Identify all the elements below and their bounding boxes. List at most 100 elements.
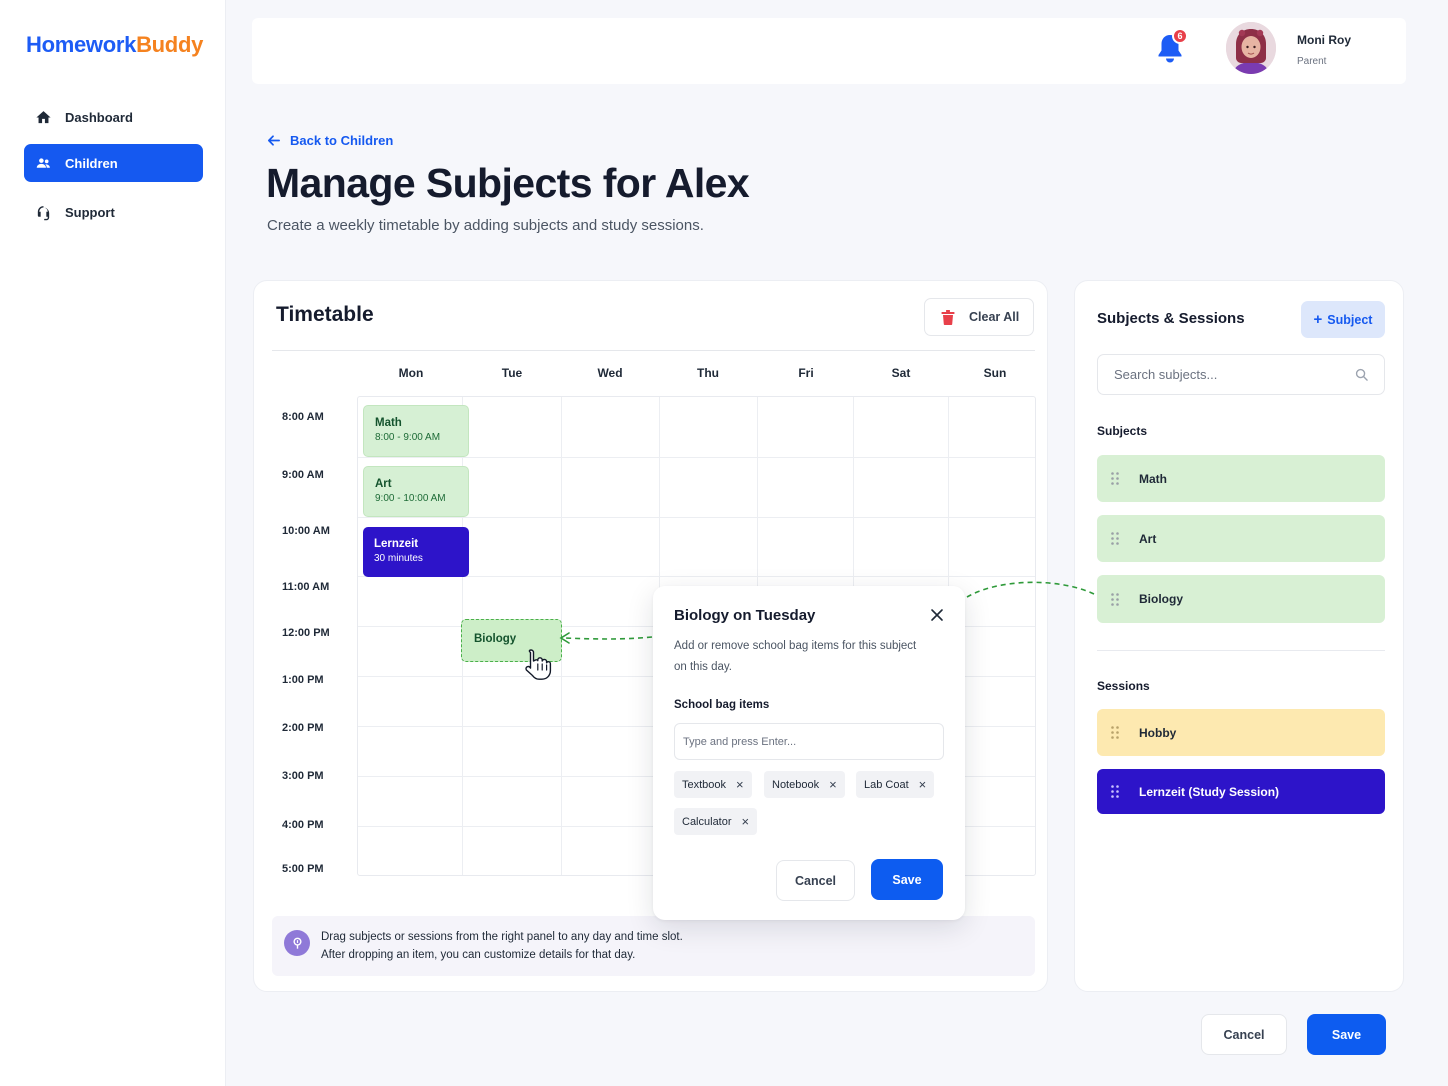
page-subtitle: Create a weekly timetable by adding subj… (267, 217, 704, 234)
timetable-event-math[interactable]: Math 8:00 - 9:00 AM (363, 405, 469, 457)
time-label: 12:00 PM (282, 627, 330, 639)
time-label: 11:00 AM (282, 581, 330, 593)
subject-label: Biology (1139, 592, 1183, 606)
drag-handle-icon (1111, 532, 1119, 545)
user-role: Parent (1297, 56, 1327, 67)
search-icon (1355, 368, 1368, 381)
divider (272, 350, 1035, 351)
timetable-event-art[interactable]: Art 9:00 - 10:00 AM (363, 466, 469, 517)
grid-line (358, 457, 1035, 458)
sidebar-item-children[interactable]: Children (24, 144, 203, 182)
avatar[interactable] (1226, 22, 1276, 74)
subject-chip-biology[interactable]: Biology (1097, 575, 1385, 623)
sidebar: HomeworkBuddy Dashboard Children Support (0, 0, 226, 1086)
search-subjects-input[interactable] (1097, 354, 1385, 395)
sidebar-item-label: Dashboard (65, 109, 133, 125)
trash-icon (941, 309, 955, 325)
subjects-sessions-panel: Subjects & Sessions + Subject Subjects M… (1074, 280, 1404, 992)
drag-handle-icon (1111, 472, 1119, 485)
timetable-event-lernzeit[interactable]: Lernzeit 30 minutes (363, 527, 469, 577)
drag-handle-icon (1111, 592, 1119, 606)
remove-tag-icon[interactable]: × (736, 777, 744, 792)
tag-calculator: Calculator × (674, 808, 758, 835)
sidebar-item-label: Children (65, 155, 118, 171)
timetable-title: Timetable (276, 303, 374, 326)
day-header-fri: Fri (798, 366, 814, 380)
day-header-wed: Wed (597, 366, 623, 380)
event-title: Math (375, 417, 402, 429)
event-title: Lernzeit (374, 538, 419, 550)
event-time: 9:00 - 10:00 AM (375, 493, 446, 504)
subject-label: Art (1139, 531, 1157, 546)
day-header-mon: Mon (398, 366, 424, 380)
save-button[interactable]: Save (1307, 1014, 1386, 1055)
app-logo[interactable]: HomeworkBuddy (26, 32, 203, 58)
dropped-biology-event[interactable]: Biology (461, 619, 562, 662)
tag-notebook: Notebook × (764, 771, 845, 798)
time-label: 8:00 AM (282, 411, 324, 423)
remove-tag-icon[interactable]: × (829, 777, 837, 792)
clear-all-label: Clear All (969, 310, 1020, 324)
popover-description: Add or remove school bag items for this … (674, 640, 917, 652)
session-label: Lernzeit (Study Session) (1139, 784, 1280, 799)
lightbulb-icon (284, 930, 310, 956)
school-bag-item-input[interactable] (674, 723, 944, 760)
biology-tuesday-popover: Biology on Tuesday Add or remove school … (653, 586, 965, 920)
hint-text: Drag subjects or sessions from the right… (321, 931, 683, 943)
tag-label: Calculator (682, 815, 732, 828)
sidebar-item-label: Support (65, 204, 115, 220)
tag-textbook: Textbook × (674, 771, 752, 798)
home-icon (36, 110, 51, 123)
subject-label: Math (1139, 471, 1167, 486)
tag-label: Textbook (682, 778, 727, 791)
page-title: Manage Subjects for Alex (266, 160, 750, 206)
event-title: Biology (474, 633, 517, 645)
day-header-thu: Thu (697, 366, 719, 380)
popover-save-button[interactable]: Save (871, 859, 943, 900)
time-label: 2:00 PM (282, 722, 324, 734)
subject-chip-math[interactable]: Math (1097, 455, 1385, 502)
popover-title: Biology on Tuesday (674, 607, 816, 624)
sidebar-item-support[interactable]: Support (24, 193, 203, 231)
back-to-children-link[interactable]: Back to Children (266, 133, 393, 148)
drag-handle-icon (1111, 785, 1119, 798)
school-bag-items-label: School bag items (674, 699, 770, 711)
clear-all-button[interactable]: Clear All (924, 298, 1034, 336)
plus-icon: + (1313, 311, 1323, 328)
session-chip-hobby[interactable]: Hobby (1097, 709, 1385, 756)
time-label: 4:00 PM (282, 819, 324, 831)
remove-tag-icon[interactable]: × (742, 814, 750, 829)
user-name: Moni Roy (1297, 33, 1351, 47)
top-bar: 6 Moni Roy Parent (252, 18, 1406, 84)
divider (1097, 650, 1385, 651)
add-subject-button[interactable]: + Subject (1301, 301, 1385, 338)
day-header-sun: Sun (983, 366, 1007, 380)
headset-icon (37, 205, 50, 220)
add-subject-label: Subject (1327, 312, 1373, 327)
event-title: Art (375, 478, 392, 490)
hint-text: After dropping an item, you can customiz… (321, 949, 636, 961)
drag-handle-icon (1111, 726, 1119, 739)
tag-lab-coat: Lab Coat × (856, 771, 935, 798)
time-label: 3:00 PM (282, 770, 324, 782)
remove-tag-icon[interactable]: × (919, 777, 927, 792)
time-label: 10:00 AM (282, 525, 330, 537)
popover-cancel-button[interactable]: Cancel (776, 860, 855, 901)
day-header-sat: Sat (891, 366, 911, 380)
arrow-left-icon (267, 135, 280, 146)
close-icon[interactable] (930, 608, 944, 622)
time-label: 9:00 AM (282, 469, 324, 481)
users-icon (36, 157, 50, 168)
subjects-heading: Subjects (1097, 424, 1148, 438)
panel-title: Subjects & Sessions (1097, 310, 1245, 327)
day-header-tue: Tue (501, 366, 523, 380)
session-chip-lernzeit[interactable]: Lernzeit (Study Session) (1097, 769, 1385, 814)
sessions-heading: Sessions (1097, 679, 1150, 693)
grid-line (358, 517, 1035, 518)
drag-hint: Drag subjects or sessions from the right… (272, 916, 1035, 976)
sidebar-item-dashboard[interactable]: Dashboard (24, 98, 203, 136)
subject-chip-art[interactable]: Art (1097, 515, 1385, 562)
notification-badge: 6 (1172, 28, 1188, 44)
tag-label: Notebook (772, 778, 820, 791)
cancel-button[interactable]: Cancel (1201, 1014, 1287, 1055)
